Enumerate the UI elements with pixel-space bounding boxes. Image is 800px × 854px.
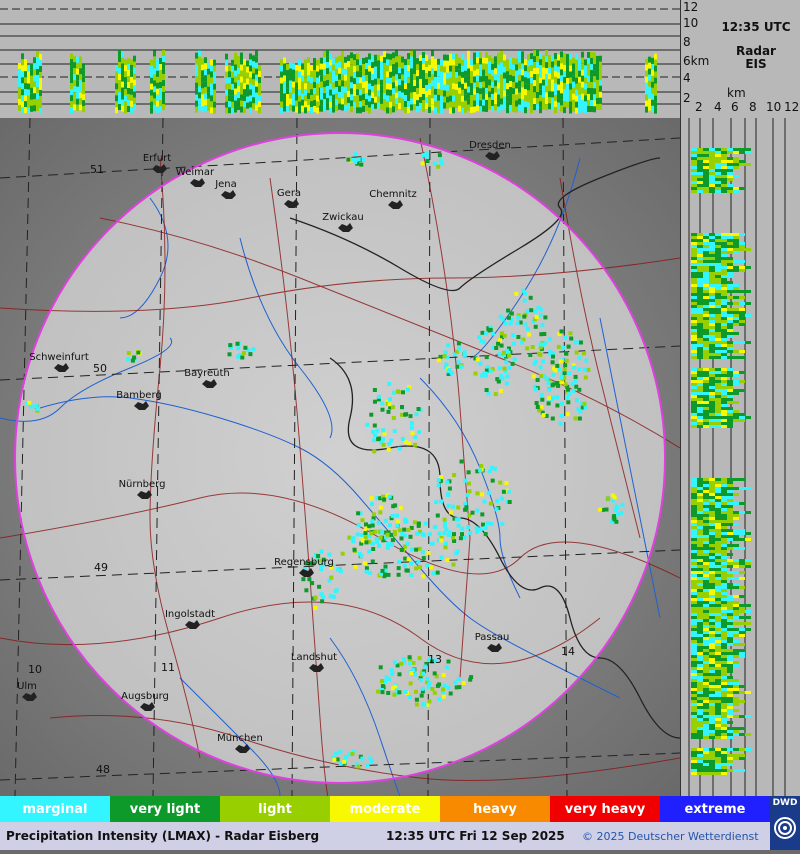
grid-label: 50	[93, 362, 107, 375]
top-height-tick: 8	[683, 35, 691, 49]
grid-label: 51	[90, 163, 104, 176]
right-height-tick: 12	[784, 100, 800, 114]
grid-label: 48	[96, 763, 110, 776]
radar-map[interactable]: Dresden Erfurt Weimar Jena Gera Chemnitz Zwick…	[0, 118, 680, 796]
city-label: Zwickau	[322, 212, 363, 223]
legend-item-very-heavy: very heavy	[550, 796, 660, 822]
legend-item-very-light: very light	[110, 796, 220, 822]
legend-item-moderate: moderate	[330, 796, 440, 822]
city-label: Dresden	[469, 140, 511, 151]
dwd-logo-text: DWD	[772, 798, 798, 808]
top-height-tick: 6km	[683, 54, 710, 68]
top-height-tick: 10	[683, 16, 699, 30]
precipitation-legend: marginal very light light moderate heavy very…	[0, 796, 770, 822]
unit-km-label: km	[727, 86, 746, 100]
city-label: Nürnberg	[119, 479, 166, 490]
top-height-tick: 2	[683, 91, 691, 105]
grid-label: 11	[161, 661, 175, 674]
city-label: Erfurt	[143, 153, 171, 164]
city-label: Weimar	[176, 167, 215, 178]
right-profile-svg	[688, 118, 786, 796]
grid-label: 49	[94, 561, 108, 574]
copyright-text: © 2025 Deutscher Wetterdienst	[582, 830, 759, 843]
vertical-profile-east	[680, 118, 800, 796]
grid-label: 10	[28, 663, 42, 676]
city-label: Ingolstadt	[165, 609, 215, 620]
top-profile-svg	[0, 8, 680, 114]
city-label: München	[217, 733, 263, 744]
city-label: Bayreuth	[184, 368, 230, 379]
legend-item-marginal: marginal	[0, 796, 110, 822]
time-label: 12:35 UTC	[721, 20, 791, 34]
city-label: Schweinfurt	[29, 352, 89, 363]
footer-bar: Precipitation Intensity (LMAX) - Radar E…	[0, 822, 770, 850]
legend-item-extreme: extreme	[660, 796, 770, 822]
grid-label: 13	[428, 653, 442, 666]
info-corner: 12:35 UTC Radar EIS 12 10 8 6km 4 2 km 2 4 6 8 10…	[680, 0, 800, 119]
radar-map-svg: Dresden Erfurt WeimarJena Gera Chemnitz Zwick…	[0, 118, 680, 796]
legend-item-light: light	[220, 796, 330, 822]
city-label: Regensburg	[274, 557, 334, 568]
city-label: Augsburg	[121, 691, 169, 702]
top-height-tick: 4	[683, 71, 691, 85]
city-label: Bamberg	[116, 390, 162, 401]
city-label: Passau	[475, 632, 510, 643]
city-label: Ulm	[17, 681, 37, 692]
product-time: 12:35 UTC Fri 12 Sep 2025	[386, 829, 565, 843]
legend-item-heavy: heavy	[440, 796, 550, 822]
product-title: Precipitation Intensity (LMAX) - Radar E…	[6, 829, 320, 843]
city-label: Gera	[277, 188, 301, 199]
right-height-tick: 8	[749, 100, 757, 114]
city-label: Jena	[214, 179, 237, 190]
city-label: Landshut	[291, 652, 337, 663]
vertical-profile-north	[0, 0, 680, 119]
right-height-tick: 10	[766, 100, 782, 114]
right-height-tick: 4	[714, 100, 722, 114]
radar-code: EIS	[745, 57, 767, 71]
radar-label: Radar	[736, 44, 776, 58]
right-height-tick: 2	[695, 100, 703, 114]
grid-label: 14	[561, 645, 575, 658]
top-height-tick: 12	[683, 0, 699, 14]
right-height-tick: 6	[731, 100, 739, 114]
dwd-logo[interactable]: DWD	[770, 796, 800, 850]
city-label: Chemnitz	[369, 189, 417, 200]
radar-coverage-area	[15, 133, 665, 783]
